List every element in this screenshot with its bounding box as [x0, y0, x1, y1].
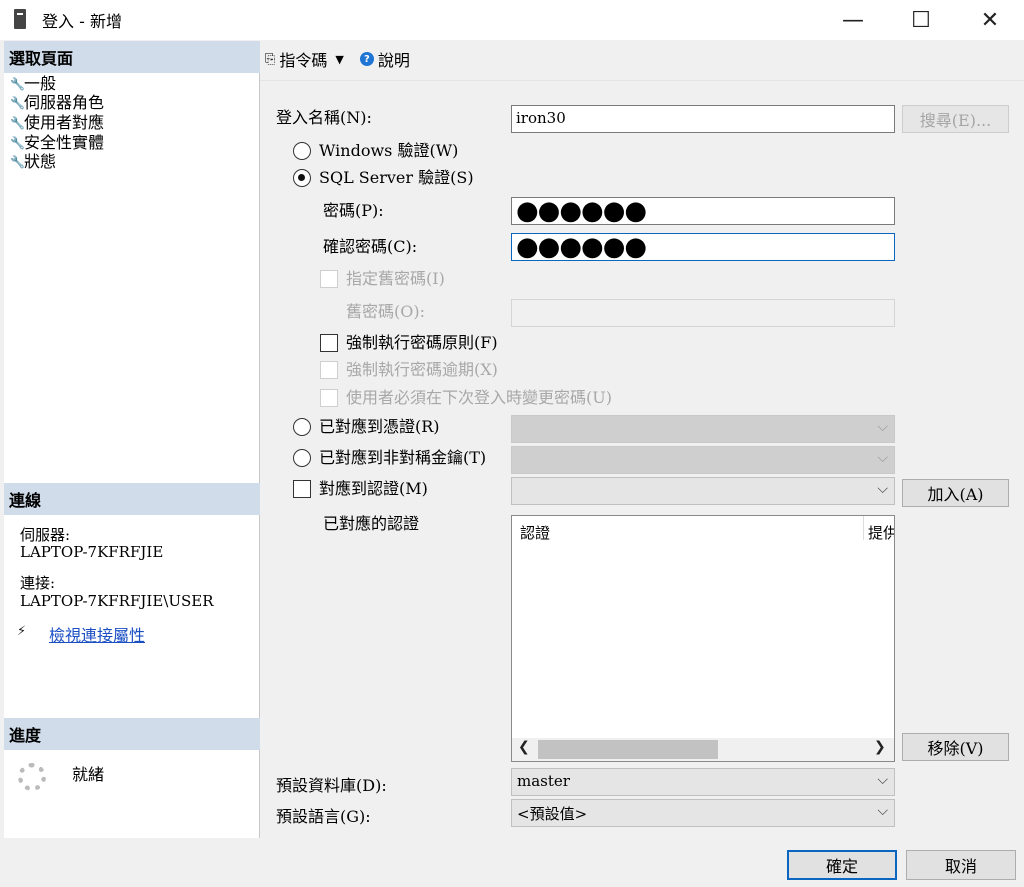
add-button[interactable]: 加入(A) [902, 479, 1009, 507]
page-item-label: 使用者對應 [24, 113, 105, 132]
default-language-value: <預設值> [517, 805, 588, 823]
title-bar: 登入 - 新增 — ☐ ✕ [0, 0, 1024, 40]
page-item-user-mapping[interactable]: 🔧 使用者對應 [10, 113, 104, 133]
ok-button[interactable]: 確定 [787, 850, 897, 880]
scroll-left-arrow-icon[interactable]: ❮ [518, 739, 530, 755]
mapped-certificate-label: 已對應到憑證(R) [319, 417, 440, 436]
scroll-right-arrow-icon[interactable]: ❯ [874, 739, 886, 755]
mapped-credentials-list[interactable]: 認證 提供 ❮ ❯ [511, 515, 895, 762]
search-button[interactable]: 搜尋(E)... [902, 105, 1009, 133]
page-item-label: 伺服器角色 [24, 93, 105, 112]
wrench-icon: 🔧 [10, 116, 25, 130]
windows-auth-radio[interactable] [293, 142, 311, 160]
chevron-down-icon: ⌵ [877, 450, 888, 466]
enforce-policy-label: 強制執行密碼原則(F) [346, 333, 498, 352]
server-value: LAPTOP-7KFRFJIE [20, 543, 164, 561]
page-item-general[interactable]: 🔧 一般 [10, 74, 56, 94]
progress-spinner-icon [18, 763, 46, 791]
toolbar: ⎘ 指令碼 ▼ ? 說明 [265, 47, 410, 71]
wrench-icon: 🔧 [10, 155, 25, 169]
windows-auth-label: Windows 驗證(W) [319, 141, 459, 160]
specify-old-password-label: 指定舊密碼(I) [346, 269, 445, 288]
asymmetric-key-select[interactable]: ⌵ [511, 446, 895, 474]
credential-select[interactable]: ⌵ [511, 477, 895, 505]
select-page-header: 選取頁面 [4, 41, 260, 73]
column-header-provider[interactable]: 提供 [868, 522, 894, 543]
help-icon: ? [359, 52, 374, 66]
login-name-label: 登入名稱(N): [276, 108, 372, 127]
wrench-icon: 🔧 [10, 77, 25, 91]
left-panel: 選取頁面 🔧 一般 🔧 伺服器角色 🔧 使用者對應 🔧 安全性實體 🔧 狀態 連… [4, 41, 260, 838]
connect-label: 連接: [20, 574, 56, 592]
script-button[interactable]: 指令碼 [279, 47, 327, 71]
page-item-status[interactable]: 🔧 狀態 [10, 152, 56, 172]
enforce-policy-checkbox[interactable] [320, 334, 338, 352]
old-password-input[interactable] [511, 299, 895, 327]
column-header-credential[interactable]: 認證 [520, 522, 550, 543]
old-password-label: 舊密碼(O): [346, 302, 425, 321]
page-item-label: 安全性實體 [24, 133, 105, 152]
page-item-securables[interactable]: 🔧 安全性實體 [10, 133, 104, 153]
mapped-asymmetric-key-radio[interactable] [293, 449, 311, 467]
window-title: 登入 - 新增 [42, 12, 122, 31]
must-change-label: 使用者必須在下次登入時變更密碼(U) [346, 388, 612, 407]
app-icon [14, 9, 26, 29]
enforce-expiration-checkbox[interactable] [320, 361, 338, 379]
password-input[interactable]: ●●●●●● [511, 197, 895, 225]
connection-properties-icon: ⚡ [17, 624, 27, 639]
default-database-value: master [517, 772, 570, 790]
remove-button[interactable]: 移除(V) [902, 733, 1009, 761]
chevron-down-icon: ⌵ [877, 803, 888, 819]
sql-auth-label: SQL Server 驗證(S) [319, 168, 474, 187]
connect-value: LAPTOP-7KFRFJIE\USER [20, 592, 214, 610]
wrench-icon: 🔧 [10, 96, 25, 110]
progress-status: 就緒 [72, 765, 105, 784]
maximize-button[interactable]: ☐ [898, 0, 944, 40]
default-database-label: 預設資料庫(D): [276, 776, 387, 795]
mapped-asymmetric-key-label: 已對應到非對稱金鑰(T) [319, 448, 487, 467]
page-item-server-roles[interactable]: 🔧 伺服器角色 [10, 93, 104, 113]
map-to-credential-label: 對應到認證(M) [319, 479, 428, 498]
mapped-certificate-radio[interactable] [293, 418, 311, 436]
sql-auth-radio[interactable] [293, 169, 311, 187]
connection-header: 連線 [4, 483, 260, 515]
default-language-select[interactable]: <預設值> ⌵ [511, 799, 895, 827]
progress-header: 進度 [4, 718, 260, 750]
default-language-label: 預設語言(G): [276, 807, 371, 826]
chevron-down-icon: ⌵ [877, 481, 888, 497]
close-button[interactable]: ✕ [967, 0, 1013, 40]
chevron-down-icon: ⌵ [877, 419, 888, 435]
login-name-input[interactable]: iron30 [511, 105, 895, 133]
page-item-label: 狀態 [24, 152, 57, 171]
scrollbar-thumb[interactable] [538, 740, 718, 759]
wrench-icon: 🔧 [10, 136, 25, 150]
chevron-down-icon: ⌵ [877, 772, 888, 788]
column-divider [863, 516, 864, 540]
confirm-password-label: 確認密碼(C): [323, 237, 418, 256]
server-label: 伺服器: [20, 526, 71, 544]
script-icon: ⎘ [265, 51, 276, 67]
mapped-credentials-label: 已對應的認證 [323, 514, 420, 533]
view-connection-properties-link[interactable]: 檢視連接屬性 [49, 622, 145, 646]
toolbar-divider [260, 80, 1024, 81]
script-dropdown-arrow-icon[interactable]: ▼ [335, 53, 343, 66]
certificate-select[interactable]: ⌵ [511, 415, 895, 443]
page-item-label: 一般 [24, 74, 57, 93]
confirm-password-input[interactable]: ●●●●●● [511, 233, 895, 261]
minimize-button[interactable]: — [830, 0, 876, 40]
horizontal-scrollbar[interactable]: ❮ ❯ [512, 738, 894, 761]
specify-old-password-checkbox[interactable] [320, 270, 338, 288]
default-database-select[interactable]: master ⌵ [511, 768, 895, 796]
must-change-checkbox[interactable] [320, 389, 338, 407]
help-button[interactable]: 說明 [378, 47, 410, 71]
password-label: 密碼(P): [323, 201, 384, 220]
enforce-expiration-label: 強制執行密碼逾期(X) [346, 360, 498, 379]
map-to-credential-checkbox[interactable] [293, 480, 311, 498]
cancel-button[interactable]: 取消 [906, 850, 1016, 880]
